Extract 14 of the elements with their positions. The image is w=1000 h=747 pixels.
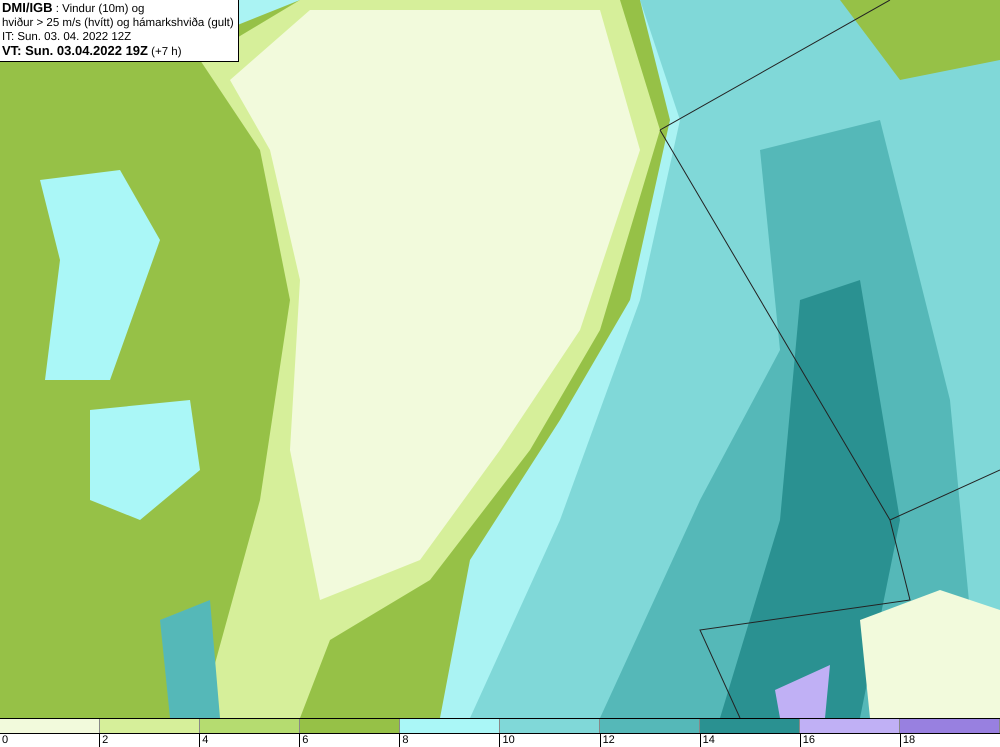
info-line: hviður > 25 m/s (hvítt) og hámarkshviða (gult) <box>2 16 234 30</box>
legend-tick-label: 2 <box>102 734 108 746</box>
info-line: IT: Sun. 03. 04. 2022 12Z <box>2 30 132 44</box>
legend-tick-label: 10 <box>502 734 515 746</box>
legend-tick-label: 6 <box>302 734 308 746</box>
legend-tick-label: 18 <box>902 734 916 746</box>
legend-tick-label: 4 <box>202 734 208 746</box>
legend-tick-label: 12 <box>602 734 615 746</box>
legend-tick-label: 0 <box>2 734 8 746</box>
info-line: DMI/IGB : Vindur (10m) og <box>2 1 146 16</box>
legend-tick-label: 14 <box>702 734 715 746</box>
info-line: VT: Sun. 03.04.2022 19Z (+7 h) <box>2 44 183 59</box>
legend-tick-label: 8 <box>402 734 408 746</box>
legend-tick-label: 16 <box>802 734 815 746</box>
